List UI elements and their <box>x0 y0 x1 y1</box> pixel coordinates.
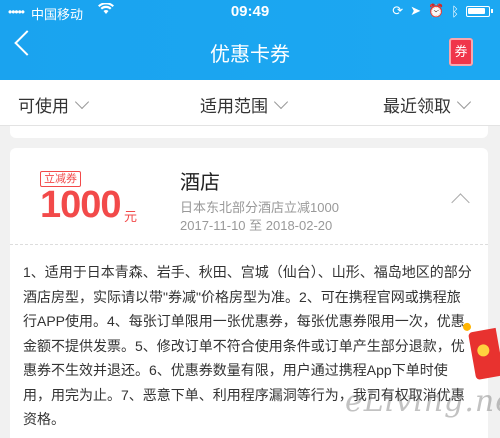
card-divider <box>10 244 488 245</box>
coupon-description: 日本东北部分酒店立减1000 <box>180 200 339 215</box>
bluetooth-icon: ᛒ <box>451 3 459 19</box>
top-bar: ••••• 中国移动 09:49 ⟳ ➤ ⏰ ᛒ 优惠卡券 券 <box>0 0 500 80</box>
location-icon: ➤ <box>410 3 421 18</box>
watermark: eLiving.net <box>345 384 500 419</box>
coupon-unit: 元 <box>124 209 138 224</box>
chevron-down-icon <box>74 94 90 110</box>
filter-scope[interactable]: 适用范围 <box>200 92 289 117</box>
page-title: 优惠卡券 <box>210 44 290 66</box>
chevron-down-icon <box>273 94 289 110</box>
filter-label: 适用范围 <box>200 97 268 116</box>
screen: ••••• 中国移动 09:49 ⟳ ➤ ⏰ ᛒ 优惠卡券 券 可使用 适用范围 <box>0 0 500 438</box>
filter-label: 可使用 <box>18 97 69 116</box>
battery-icon <box>466 5 493 17</box>
alarm-icon: ⏰ <box>428 3 445 18</box>
filter-available[interactable]: 可使用 <box>18 92 90 117</box>
status-icons: ⟳ ➤ ⏰ ᛒ <box>392 3 493 19</box>
coupon-date-range: 2017-11-10 至 2018-02-20 <box>180 218 333 233</box>
filter-bar: 可使用 适用范围 最近领取 <box>0 80 500 126</box>
coupon-title: 酒店 <box>180 172 220 194</box>
lock-rotation-icon: ⟳ <box>392 3 404 18</box>
filter-recent[interactable]: 最近领取 <box>383 92 472 117</box>
filter-label: 最近领取 <box>383 97 451 116</box>
chevron-down-icon <box>456 94 472 110</box>
ticket-icon[interactable]: 券 <box>449 38 473 66</box>
previous-coupon-card <box>10 126 488 138</box>
coupon-amount: 1000 <box>40 184 122 226</box>
status-bar: ••••• 中国移动 09:49 ⟳ ➤ ⏰ ᛒ <box>0 0 500 24</box>
